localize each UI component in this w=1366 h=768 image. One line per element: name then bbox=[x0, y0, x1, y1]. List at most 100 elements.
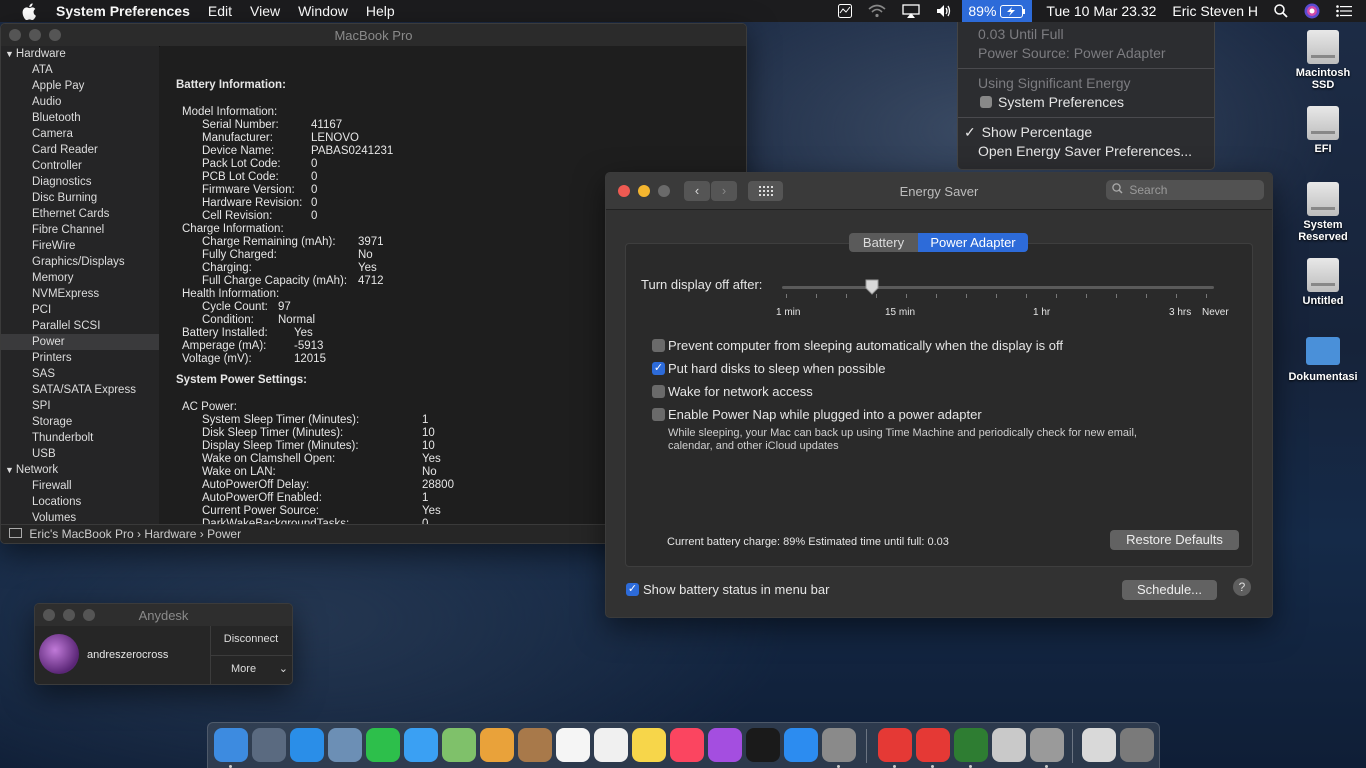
apple-tv-icon[interactable] bbox=[746, 728, 780, 762]
siri-icon[interactable] bbox=[1304, 3, 1320, 19]
breadcrumb-computer[interactable]: Eric's MacBook Pro bbox=[29, 527, 133, 541]
system-preferences-icon[interactable] bbox=[822, 728, 856, 762]
trash-icon[interactable] bbox=[1120, 728, 1154, 762]
spotlight-search-icon[interactable] bbox=[1274, 4, 1288, 18]
wake-network-checkbox[interactable] bbox=[652, 385, 665, 398]
schedule-button[interactable]: Schedule... bbox=[1122, 580, 1217, 600]
clock[interactable]: Tue 10 Mar 23.32 bbox=[1046, 3, 1156, 19]
battery-menu-extra[interactable]: 89% bbox=[962, 0, 1033, 22]
show-all-grid-icon[interactable] bbox=[748, 181, 783, 201]
more-button[interactable]: More ⌄ bbox=[211, 663, 292, 675]
disclosure-triangle-icon[interactable]: ▼ bbox=[5, 462, 14, 478]
display-sleep-slider-track[interactable] bbox=[782, 286, 1214, 289]
menu-edit[interactable]: Edit bbox=[208, 3, 232, 19]
sidebar-item[interactable]: Graphics/Displays bbox=[1, 254, 159, 270]
menu-item-show-percentage[interactable]: ✓ Show Percentage bbox=[958, 123, 1214, 142]
sidebar-item[interactable]: Diagnostics bbox=[1, 174, 159, 190]
anydesk-alt-icon[interactable] bbox=[916, 728, 950, 762]
zoom-button[interactable] bbox=[658, 185, 670, 197]
sidebar-item[interactable]: USB bbox=[1, 446, 159, 462]
sidebar-item[interactable]: Audio bbox=[1, 94, 159, 110]
sidebar-item[interactable]: Ethernet Cards bbox=[1, 206, 159, 222]
minimize-button[interactable] bbox=[63, 609, 75, 621]
music-icon[interactable] bbox=[670, 728, 704, 762]
menu-view[interactable]: View bbox=[250, 3, 280, 19]
sidebar-item[interactable]: Card Reader bbox=[1, 142, 159, 158]
zoom-button[interactable] bbox=[49, 29, 61, 41]
menu-window[interactable]: Window bbox=[298, 3, 348, 19]
sidebar-item[interactable]: Thunderbolt bbox=[1, 430, 159, 446]
sidebar-item[interactable]: Disc Burning bbox=[1, 190, 159, 206]
energy-saver-titlebar[interactable]: ‹ › Energy Saver Search bbox=[606, 173, 1272, 210]
sidebar-item[interactable]: Printers bbox=[1, 350, 159, 366]
breadcrumb-hardware[interactable]: Hardware bbox=[144, 527, 196, 541]
podcasts-icon[interactable] bbox=[708, 728, 742, 762]
menu-item-system-preferences[interactable]: System Preferences bbox=[958, 93, 1214, 112]
sidebar-item[interactable]: Storage bbox=[1, 414, 159, 430]
close-button[interactable] bbox=[9, 29, 21, 41]
downloads-icon[interactable] bbox=[1082, 728, 1116, 762]
sidebar-item[interactable]: NVMExpress bbox=[1, 286, 159, 302]
display-sleep-slider-knob[interactable] bbox=[865, 279, 879, 295]
minimize-button[interactable] bbox=[638, 185, 650, 197]
app-store-icon[interactable] bbox=[784, 728, 818, 762]
desktop-untitled[interactable]: Untitled bbox=[1288, 258, 1358, 307]
help-button[interactable]: ? bbox=[1233, 578, 1251, 596]
sidebar-item[interactable]: Volumes bbox=[1, 510, 159, 524]
menu-help[interactable]: Help bbox=[366, 3, 395, 19]
sidebar-item[interactable]: Locations bbox=[1, 494, 159, 510]
close-button[interactable] bbox=[618, 185, 630, 197]
sidebar-item[interactable]: SAS bbox=[1, 366, 159, 382]
sidebar-item[interactable]: Camera bbox=[1, 126, 159, 142]
desktop-efi[interactable]: EFI bbox=[1288, 106, 1358, 155]
disclosure-triangle-icon[interactable]: ▼ bbox=[5, 46, 14, 62]
preview-doc-icon[interactable] bbox=[992, 728, 1026, 762]
apple-menu-icon[interactable] bbox=[20, 2, 38, 20]
green-app-icon[interactable] bbox=[954, 728, 988, 762]
back-button[interactable]: ‹ bbox=[684, 181, 710, 201]
launchpad-icon[interactable] bbox=[252, 728, 286, 762]
disconnect-button[interactable]: Disconnect bbox=[211, 633, 291, 645]
tab-power-adapter[interactable]: Power Adapter bbox=[918, 233, 1028, 252]
sidebar-item[interactable]: Bluetooth bbox=[1, 110, 159, 126]
sidebar-item[interactable]: FireWire bbox=[1, 238, 159, 254]
menu-app-name[interactable]: System Preferences bbox=[56, 3, 190, 19]
notes-icon[interactable] bbox=[632, 728, 666, 762]
maps-icon[interactable] bbox=[442, 728, 476, 762]
activity-monitor-icon[interactable] bbox=[838, 4, 853, 18]
desktop-dokumentasi[interactable]: Dokumentasi bbox=[1288, 337, 1358, 383]
airplay-icon[interactable] bbox=[902, 4, 921, 18]
menu-item-open-energy-saver[interactable]: Open Energy Saver Preferences... bbox=[958, 142, 1214, 161]
finder-icon[interactable] bbox=[214, 728, 248, 762]
sidebar-item[interactable]: SATA/SATA Express bbox=[1, 382, 159, 398]
sidebar-item[interactable]: ATA bbox=[1, 62, 159, 78]
volume-icon[interactable] bbox=[936, 4, 954, 18]
desktop-macintosh-ssd[interactable]: Macintosh SSD bbox=[1288, 30, 1358, 91]
reminders-icon[interactable] bbox=[594, 728, 628, 762]
sidebar-group-hardware[interactable]: ▼ Hardware bbox=[1, 46, 159, 62]
contacts-icon[interactable] bbox=[518, 728, 552, 762]
show-battery-status-checkbox[interactable]: ✓ bbox=[626, 583, 639, 596]
anydesk-icon[interactable] bbox=[878, 728, 912, 762]
desktop-system-reserved[interactable]: System Reserved bbox=[1288, 182, 1358, 243]
minimize-button[interactable] bbox=[29, 29, 41, 41]
safari-icon[interactable] bbox=[290, 728, 324, 762]
instruments-icon[interactable] bbox=[1030, 728, 1064, 762]
hard-disk-sleep-checkbox[interactable]: ✓ bbox=[652, 362, 665, 375]
facetime-icon[interactable] bbox=[366, 728, 400, 762]
sidebar-item[interactable]: Firewall bbox=[1, 478, 159, 494]
sysinfo-titlebar[interactable]: MacBook Pro bbox=[1, 24, 746, 47]
sidebar-item[interactable]: Power bbox=[1, 334, 159, 350]
preview-icon[interactable] bbox=[328, 728, 362, 762]
search-input[interactable]: Search bbox=[1106, 180, 1264, 200]
prevent-sleep-checkbox[interactable] bbox=[652, 339, 665, 352]
photos-icon[interactable] bbox=[480, 728, 514, 762]
messages-icon[interactable] bbox=[404, 728, 438, 762]
sidebar-item[interactable]: Apple Pay bbox=[1, 78, 159, 94]
sidebar-group-network[interactable]: ▼ Network bbox=[1, 462, 159, 478]
notification-center-icon[interactable] bbox=[1336, 5, 1352, 17]
zoom-button[interactable] bbox=[83, 609, 95, 621]
anydesk-titlebar[interactable]: Anydesk bbox=[35, 604, 292, 627]
sidebar-item[interactable]: Controller bbox=[1, 158, 159, 174]
sidebar-item[interactable]: Memory bbox=[1, 270, 159, 286]
